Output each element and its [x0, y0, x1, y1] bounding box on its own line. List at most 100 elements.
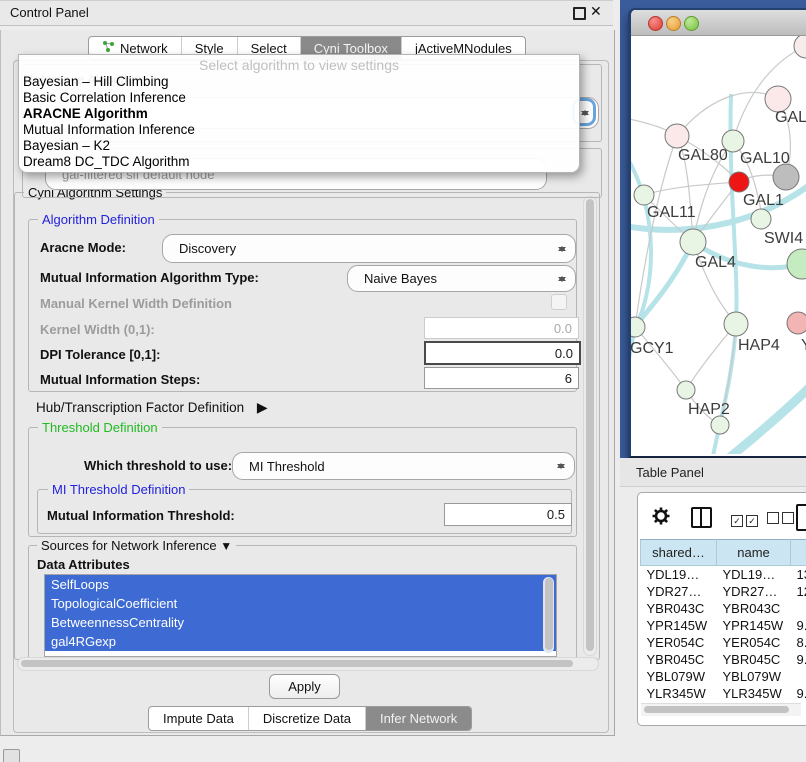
table-row[interactable]: YPR145WYPR145W9. — [641, 617, 806, 634]
control-panel-title: Control Panel — [10, 5, 89, 20]
aracne-mode-label: Aracne Mode: — [40, 240, 126, 255]
node-label: HAP4 — [738, 337, 780, 354]
popup-item[interactable]: Bayesian – Hill Climbing — [23, 74, 169, 90]
data-attributes-list[interactable]: SelfLoopsTopologicalCoefficientBetweenne… — [44, 574, 557, 657]
mi-steps-label: Mutual Information Steps: — [40, 372, 200, 387]
node-label: GAL10 — [740, 150, 790, 167]
settings-hscrollbar[interactable] — [17, 657, 599, 671]
zoom-window-icon[interactable] — [684, 16, 699, 31]
table-row[interactable]: YBR045CYBR045C9. — [641, 651, 806, 668]
control-panel-titlebar: Control Panel ✕ — [0, 0, 613, 26]
network-window-titlebar[interactable] — [631, 10, 806, 36]
minimize-window-icon[interactable] — [666, 16, 681, 31]
close-panel-icon[interactable]: ✕ — [590, 3, 602, 20]
node-label: GAL1 — [743, 192, 784, 209]
combo-spinner-icon — [556, 459, 565, 473]
table-row[interactable]: YBR043CYBR043C — [641, 600, 806, 617]
popup-item[interactable]: ARACNE Algorithm — [23, 106, 148, 122]
hub-definition-toggle[interactable]: Hub/Transcription Factor Definition ▶ — [36, 399, 268, 416]
network-node-labels: GALGAL80GAL10GAL1GAL11SWI4GAL4GCY1HAP4YH… — [631, 109, 806, 418]
mi-steps-field[interactable]: 6 — [424, 367, 579, 389]
network-node[interactable] — [711, 416, 729, 434]
network-node[interactable] — [677, 381, 695, 399]
mi-type-combobox[interactable]: Naive Bayes — [347, 265, 576, 292]
which-threshold-label: Which threshold to use: — [84, 458, 232, 473]
table-column-header[interactable] — [791, 540, 806, 566]
tab-discretize-data[interactable]: Discretize Data — [249, 707, 366, 730]
network-node[interactable] — [724, 312, 748, 336]
list-item[interactable]: SelfLoops — [45, 575, 556, 594]
table-panel-titlebar: Table Panel — [620, 458, 806, 487]
expand-right-icon: ▶ — [257, 399, 268, 415]
unchecked-boxes-icon[interactable] — [767, 511, 797, 529]
gear-icon[interactable] — [651, 506, 671, 531]
data-attributes-label: Data Attributes — [37, 557, 130, 572]
network-node[interactable] — [751, 209, 771, 229]
popup-item[interactable]: Dream8 DC_TDC Algorithm — [23, 154, 190, 170]
table-row[interactable]: YDR27…YDR27…12 — [641, 583, 806, 600]
mi-type-label: Mutual Information Algorithm Type: — [40, 270, 259, 285]
aracne-mode-combobox[interactable]: Discovery — [162, 234, 576, 263]
bottom-tabs: Impute DataDiscretize DataInfer Network — [148, 706, 472, 731]
dpi-tolerance-field[interactable]: 0.0 — [424, 341, 581, 365]
node-label: GAL80 — [678, 147, 728, 164]
node-label: GAL — [775, 109, 806, 126]
mi-threshold-group-title: MI Threshold Definition — [48, 482, 189, 497]
list-item[interactable]: gal4RGexp — [45, 632, 556, 651]
tab-infer-network[interactable]: Infer Network — [366, 707, 471, 730]
columns-icon[interactable] — [691, 507, 712, 528]
network-node[interactable] — [665, 124, 689, 148]
page-icon[interactable] — [796, 504, 806, 531]
minimized-panel-icon[interactable] — [3, 749, 20, 762]
attribute-table-wrap: shared…name YDL19…YDL19…13YDR27…YDR27…12… — [640, 539, 806, 702]
tab-impute-data[interactable]: Impute Data — [149, 707, 249, 730]
table-row[interactable]: YBL079WYBL079W — [641, 668, 806, 685]
node-label: GCY1 — [631, 340, 674, 357]
network-window: GALGAL80GAL10GAL1GAL11SWI4GAL4GCY1HAP4YH… — [628, 8, 806, 458]
network-node[interactable] — [634, 185, 654, 205]
popup-hint: Select algorithm to view settings — [19, 57, 579, 73]
node-label: SWI4 — [764, 230, 803, 247]
table-row[interactable]: YLR345WYLR345W9. — [641, 685, 806, 702]
sources-title[interactable]: Sources for Network Inference ▼ — [37, 538, 236, 553]
screenshot-root: Control Panel ✕ NetworkStyleSelectCyni T… — [0, 0, 806, 762]
popup-item[interactable]: Mutual Information Inference — [23, 122, 195, 138]
node-label: HAP2 — [688, 401, 730, 418]
kernel-width-label: Kernel Width (0,1): — [40, 322, 155, 337]
network-node[interactable] — [773, 164, 799, 190]
node-label: GAL11 — [647, 204, 696, 221]
attribute-table[interactable]: shared…name YDL19…YDL19…13YDR27…YDR27…12… — [640, 539, 806, 702]
node-label: GAL4 — [695, 254, 736, 271]
table-row[interactable]: YDL19…YDL19…13 — [641, 566, 806, 584]
popup-item[interactable]: Basic Correlation Inference — [23, 90, 186, 106]
network-node[interactable] — [680, 229, 706, 255]
collapse-down-icon: ▼ — [220, 539, 232, 553]
network-node[interactable] — [787, 249, 806, 279]
apply-button[interactable]: Apply — [269, 674, 340, 699]
list-item[interactable]: BetweennessCentrality — [45, 613, 556, 632]
mi-threshold-field[interactable]: 0.5 — [444, 503, 572, 526]
table-panel-title: Table Panel — [636, 465, 704, 480]
close-window-icon[interactable] — [648, 16, 663, 31]
network-node[interactable] — [729, 172, 749, 192]
which-threshold-combobox[interactable]: MI Threshold — [232, 452, 575, 480]
table-column-header[interactable]: name — [717, 540, 791, 566]
manual-kernel-checkbox[interactable] — [551, 294, 567, 310]
table-hscrollbar[interactable] — [641, 703, 801, 716]
combo-spinner-icon — [557, 242, 566, 256]
list-item[interactable]: TopologicalCoefficient — [45, 594, 556, 613]
manual-kernel-label: Manual Kernel Width Definition — [40, 296, 232, 311]
checked-boxes-icon[interactable]: ✓✓ — [731, 511, 761, 529]
kernel-width-field[interactable]: 0.0 — [424, 317, 579, 339]
network-node[interactable] — [794, 36, 806, 58]
network-node[interactable] — [787, 312, 806, 334]
network-canvas[interactable]: GALGAL80GAL10GAL1GAL11SWI4GAL4GCY1HAP4YH… — [631, 36, 806, 454]
table-row[interactable]: YER054CYER054C8. — [641, 634, 806, 651]
settings-vscrollbar[interactable] — [583, 196, 597, 656]
popup-item[interactable]: Bayesian – K2 — [23, 138, 110, 154]
algorithm-popup: Select algorithm to view settings Bayesi… — [18, 54, 580, 173]
float-panel-icon[interactable] — [573, 7, 586, 20]
table-column-header[interactable]: shared… — [641, 540, 717, 566]
list-vscrollbar[interactable] — [543, 577, 554, 653]
algorithm-definition-title: Algorithm Definition — [38, 212, 159, 227]
